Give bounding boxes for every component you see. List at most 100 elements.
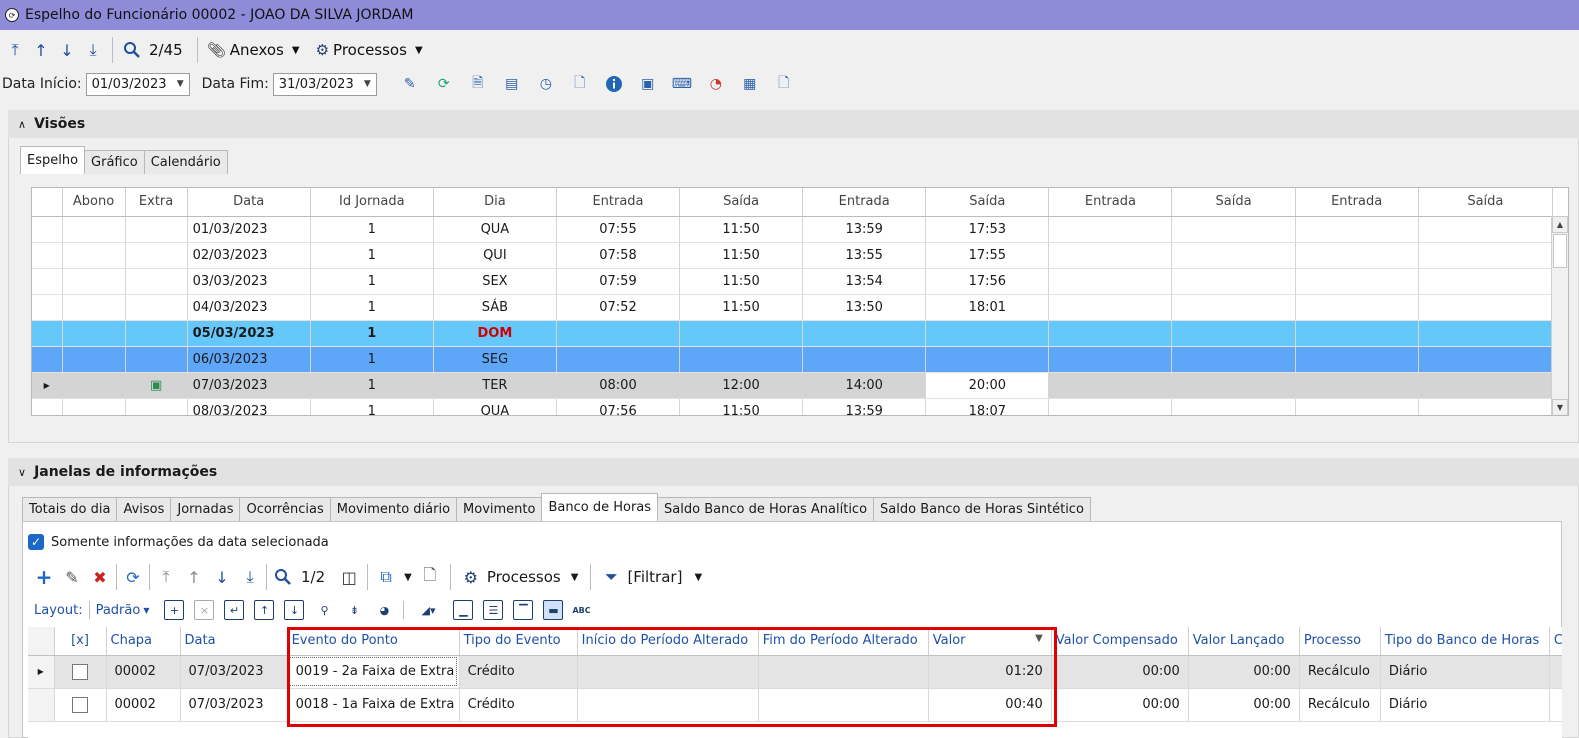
tab-saldo-analitico[interactable]: Saldo Banco de Horas Analítico: [657, 497, 875, 521]
chart-icon[interactable]: ◢▾: [413, 600, 443, 620]
column-header[interactable]: Saída: [679, 188, 804, 217]
expand-all-icon[interactable]: +: [164, 600, 185, 620]
checkbox-icon[interactable]: [72, 696, 88, 713]
column-header[interactable]: Saída: [1418, 188, 1554, 217]
document-search-icon[interactable]: 🗋︎: [775, 75, 793, 93]
tab-banco-de-horas[interactable]: Banco de Horas: [541, 493, 659, 521]
somente-data-checkbox[interactable]: ✓ Somente informações da data selecionad…: [28, 534, 329, 550]
gear-icon[interactable]: ⚙: [459, 565, 483, 589]
previous-record-icon[interactable]: ↑: [28, 36, 54, 64]
checkbox-checked-icon[interactable]: ✓: [28, 534, 44, 550]
info-icon[interactable]: [605, 75, 623, 93]
table-row[interactable]: 03/03/2023 1 SEX 07:59 11:50 13:54 17:56: [32, 268, 1554, 295]
column-header[interactable]: Id Jornada: [310, 188, 434, 217]
refresh-icon[interactable]: ⟳: [435, 75, 453, 93]
column-header[interactable]: Tipo do Evento: [459, 627, 578, 656]
data-inicio-field[interactable]: 01/03/2023 ▼: [85, 72, 190, 96]
last-record-icon[interactable]: ⤓: [80, 36, 106, 64]
search-icon[interactable]: [119, 36, 145, 64]
calculator-icon[interactable]: ▦: [741, 75, 759, 93]
table-row-current[interactable]: ▶ 00002 07/03/2023 0019 - 2a Faixa de Ex…: [28, 655, 1562, 689]
alert-clock-icon[interactable]: ◔: [707, 75, 725, 93]
tab-totais-do-dia[interactable]: Totais do dia: [22, 497, 118, 521]
shapes-icon[interactable]: ◕: [374, 600, 394, 620]
last-record-icon[interactable]: ⤓: [238, 565, 262, 589]
export-icon[interactable]: ⧉: [374, 565, 398, 589]
anexos-button[interactable]: 📎︎ Anexos ▼: [204, 36, 303, 64]
edit-icon[interactable]: ✎: [60, 565, 84, 589]
column-header[interactable]: Fim do Período Alterado: [758, 627, 929, 656]
report-icon[interactable]: ▤: [503, 75, 521, 93]
table-row[interactable]: 05/03/2023 1 DOM: [32, 320, 1554, 347]
tab-jornadas[interactable]: Jornadas: [170, 497, 241, 521]
column-header[interactable]: Entrada: [802, 188, 927, 217]
collapse-all-icon[interactable]: ×: [194, 600, 215, 620]
column-header[interactable]: Dia: [433, 188, 557, 217]
table-row[interactable]: 01/03/2023 1 QUA 07:55 11:50 13:59 17:53: [32, 216, 1554, 243]
tab-calendario[interactable]: Calendário: [143, 150, 228, 174]
table-row[interactable]: 08/03/2023 1 QUA 07:56 11:50 13:59 18:07: [32, 398, 1554, 415]
tab-movimento-diario[interactable]: Movimento diário: [329, 497, 458, 521]
pin-icon[interactable]: ⚲: [314, 600, 334, 620]
first-record-icon[interactable]: ⤒: [154, 565, 178, 589]
delete-icon[interactable]: ✖: [88, 565, 112, 589]
tab-espelho[interactable]: Espelho: [20, 146, 86, 174]
add-icon[interactable]: +: [32, 565, 56, 589]
processos-button[interactable]: ⚙ Processos ▼: [313, 36, 426, 64]
split-icon[interactable]: ☰: [483, 600, 504, 620]
search-icon[interactable]: [271, 565, 295, 589]
scroll-down-icon[interactable]: ▼: [1552, 399, 1568, 415]
processos-button[interactable]: Processos: [487, 568, 561, 586]
table-row-current[interactable]: ▶ ▣ 07/03/2023 1 TER 08:00 12:00 14:00 2…: [32, 372, 1554, 399]
column-header[interactable]: Saída: [925, 188, 1050, 217]
row-height-icon[interactable]: ▬: [543, 600, 564, 620]
table-row[interactable]: 06/03/2023 1 SEG: [32, 346, 1554, 373]
next-record-icon[interactable]: ↓: [54, 36, 80, 64]
vertical-scrollbar[interactable]: ▲ ▼: [1551, 216, 1568, 415]
column-header[interactable]: Chapa: [106, 627, 181, 656]
valor-column-header[interactable]: Valor ▼: [928, 627, 1052, 656]
table-row[interactable]: 00002 07/03/2023 0018 - 1a Faixa de Extr…: [28, 688, 1562, 722]
column-header[interactable]: Processo: [1299, 627, 1381, 656]
column-header[interactable]: Tipo do Banco de Horas: [1380, 627, 1550, 656]
clock-icon[interactable]: ◷: [537, 75, 555, 93]
table-row[interactable]: 02/03/2023 1 QUI 07:58 11:50 13:55 17:55: [32, 242, 1554, 269]
data-fim-field[interactable]: 31/03/2023 ▼: [272, 72, 377, 96]
dropdown-arrow-icon[interactable]: ▼: [143, 606, 149, 615]
checkbox-icon[interactable]: [72, 663, 88, 680]
filtrar-button[interactable]: [Filtrar]: [627, 568, 682, 586]
expand-chevron-icon[interactable]: ∨: [18, 466, 26, 479]
column-header[interactable]: Início do Período Alterado: [577, 627, 759, 656]
scroll-thumb[interactable]: [1553, 234, 1567, 268]
tab-avisos[interactable]: Avisos: [116, 497, 172, 521]
dropdown-arrow-icon[interactable]: ▼: [364, 79, 371, 89]
abc-icon[interactable]: ABC: [572, 606, 590, 615]
column-header[interactable]: Extra: [125, 188, 188, 217]
dropdown-arrow-icon[interactable]: ▼: [177, 79, 184, 89]
table-row[interactable]: 04/03/2023 1 SÁB 07:52 11:50 13:50 18:01: [32, 294, 1554, 321]
scroll-up-icon[interactable]: ▲: [1552, 216, 1568, 233]
move-down-icon[interactable]: ↓: [284, 600, 305, 620]
tab-movimento[interactable]: Movimento: [456, 497, 543, 521]
employee-card-icon[interactable]: ▣: [639, 75, 657, 93]
column-header[interactable]: Entrada: [1295, 188, 1419, 217]
column-header[interactable]: Saída: [1171, 188, 1296, 217]
extra-icon[interactable]: ▣: [125, 372, 188, 399]
header-icon[interactable]: ▔: [513, 600, 534, 620]
collapse-chevron-icon[interactable]: ∧: [18, 118, 26, 131]
column-header[interactable]: Evento do Ponto: [287, 627, 460, 656]
janelas-panel-header[interactable]: ∨ Janelas de informações: [8, 458, 1579, 486]
group-icon[interactable]: ↵: [224, 600, 245, 620]
cell-evento[interactable]: 0019 - 2a Faixa de Extra: [287, 655, 460, 689]
sort-desc-icon[interactable]: ▼: [1035, 633, 1043, 644]
document-info-icon[interactable]: 🗋︎: [571, 75, 589, 93]
history-icon[interactable]: 🗎︎: [469, 75, 487, 93]
column-header[interactable]: Valor Lançado: [1188, 627, 1300, 656]
footer-icon[interactable]: ▁: [453, 600, 474, 620]
edit-icon[interactable]: ✎: [401, 75, 419, 93]
dropdown-arrow-icon[interactable]: ▼: [694, 572, 702, 583]
dropdown-arrow-icon[interactable]: ▼: [404, 572, 412, 583]
refresh-icon[interactable]: ⟳: [121, 565, 145, 589]
move-up-icon[interactable]: ↑: [254, 600, 275, 620]
filter-icon[interactable]: ⏷: [599, 565, 623, 589]
